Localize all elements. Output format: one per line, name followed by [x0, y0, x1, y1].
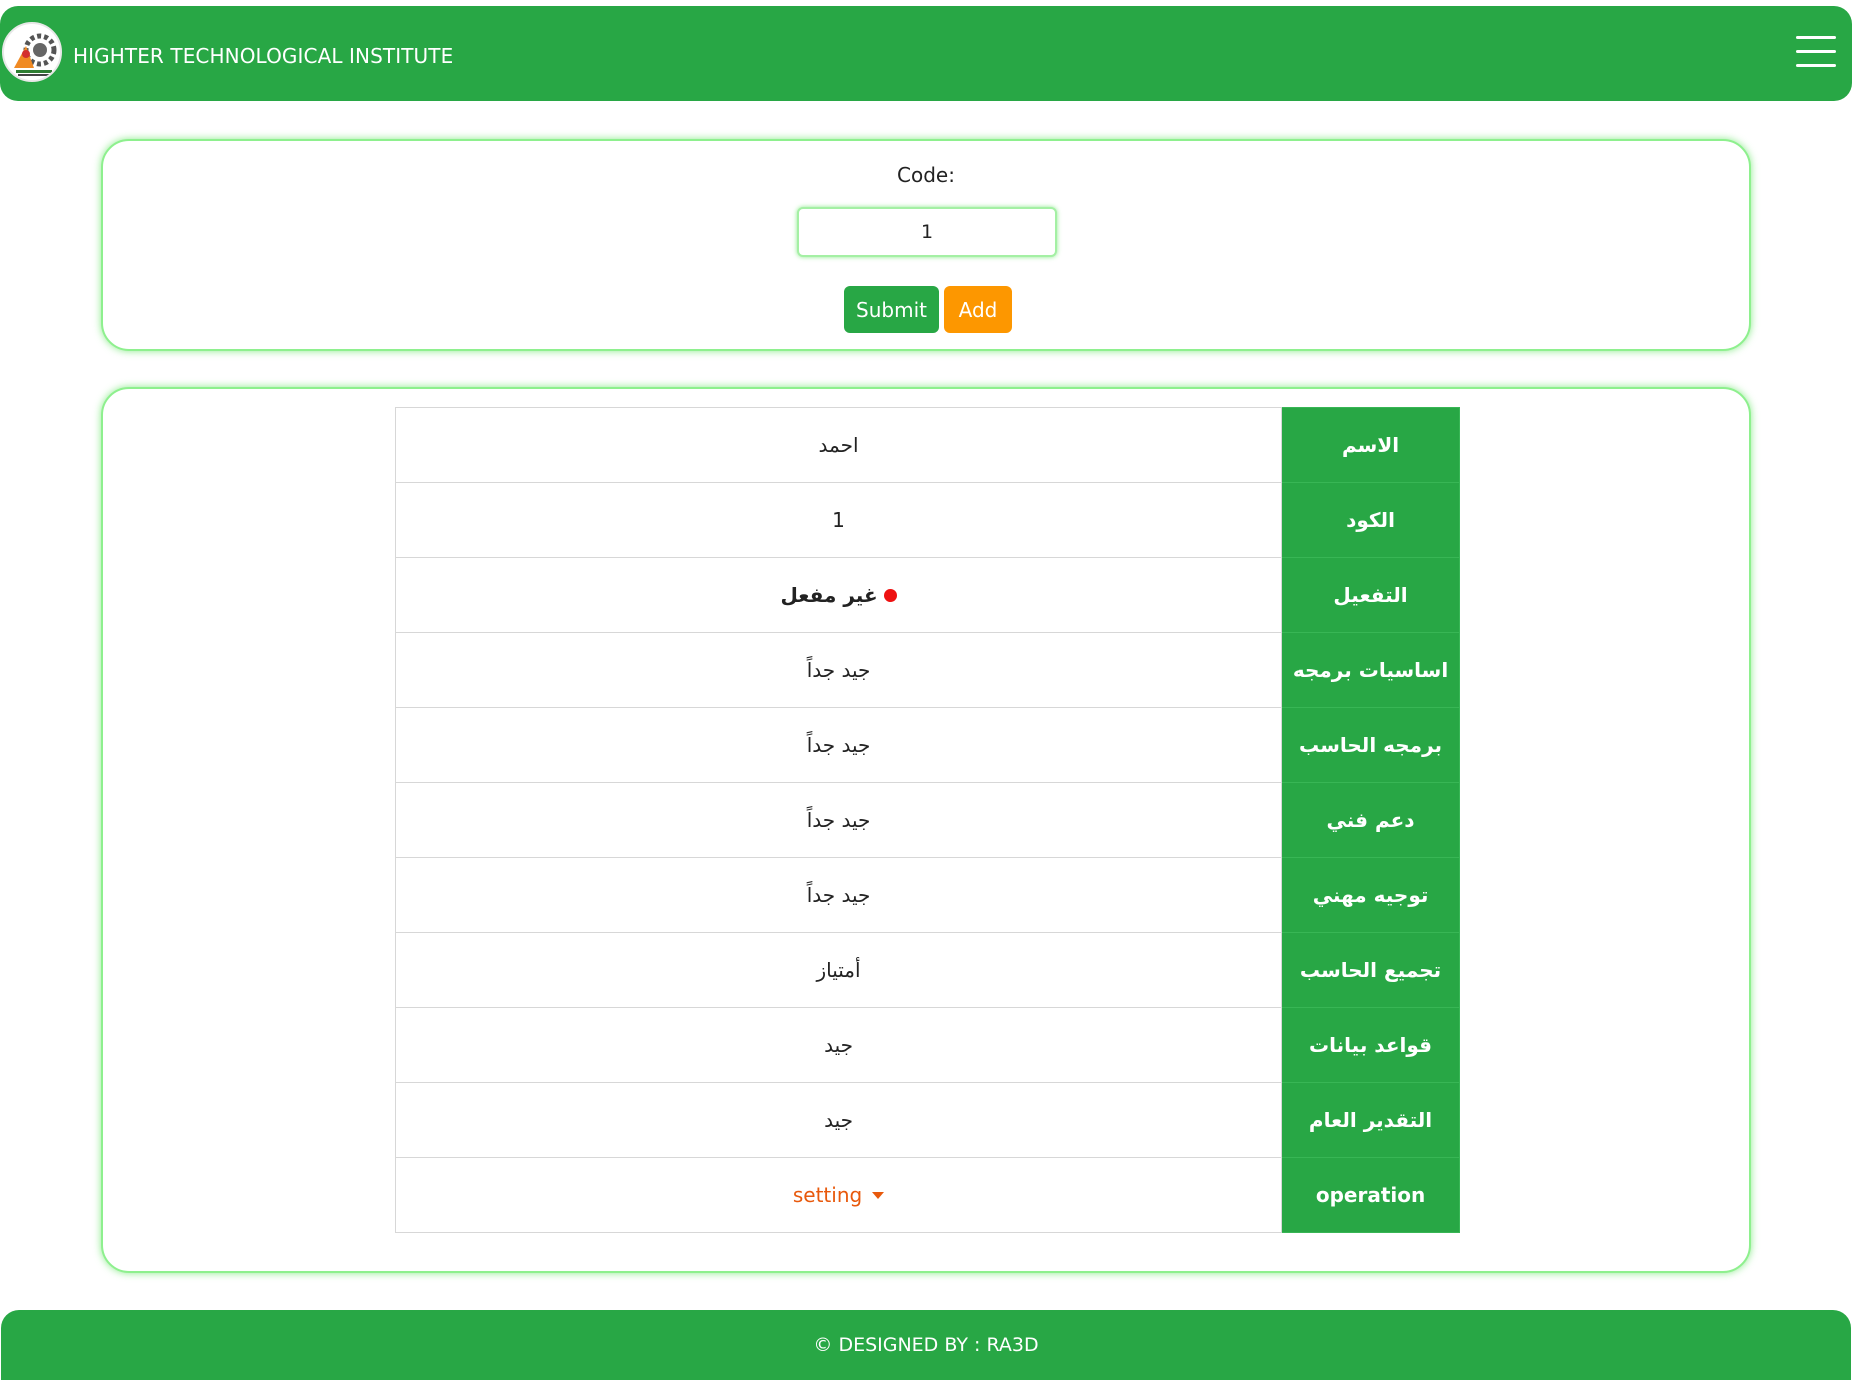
student-info-table: احمد الاسم 1 الكود غير مفعل التفعيل جيد … [394, 407, 1460, 1233]
activation-header: التفعيل [1281, 557, 1460, 633]
computer-programming-header: برمجه الحاسب [1281, 707, 1460, 783]
computer-assembly-value: أمتياز [394, 932, 1283, 1008]
table-row: أمتياز تجميع الحاسب [394, 932, 1460, 1008]
operation-header: operation [1281, 1157, 1460, 1233]
table-row: جيد التقدير العام [394, 1082, 1460, 1158]
technical-support-header: دعم فني [1281, 782, 1460, 858]
activation-status-text: غير مفعل [780, 583, 878, 608]
databases-value: جيد [394, 1007, 1283, 1083]
technical-support-value: جيد جداً [394, 782, 1283, 858]
table-row: جيد قواعد بيانات [394, 1007, 1460, 1083]
search-card: Code: Submit Add [101, 139, 1751, 351]
table-row: جيد جداً دعم فني [394, 782, 1460, 858]
setting-dropdown-label[interactable]: setting [793, 1183, 862, 1207]
result-card: احمد الاسم 1 الكود غير مفعل التفعيل جيد … [101, 387, 1751, 1273]
databases-header: قواعد بيانات [1281, 1007, 1460, 1083]
code-label: Code: [897, 163, 955, 187]
table-row: غير مفعل التفعيل [394, 557, 1460, 633]
overall-grade-header: التقدير العام [1281, 1082, 1460, 1158]
caret-down-icon[interactable] [872, 1191, 885, 1199]
submit-button[interactable]: Submit [844, 286, 939, 333]
career-guidance-value: جيد جداً [394, 857, 1283, 933]
table-row: جيد جداً اساسيات برمجه [394, 632, 1460, 708]
activation-value: غير مفعل [394, 557, 1283, 633]
code-header: الكود [1281, 482, 1460, 558]
footer: © DESIGNED BY : RA3D [1, 1310, 1851, 1380]
programming-basics-header: اساسيات برمجه [1281, 632, 1460, 708]
operation-value: setting [394, 1157, 1283, 1233]
table-row: 1 الكود [394, 482, 1460, 558]
table-row: setting operation [394, 1157, 1460, 1233]
name-header: الاسم [1281, 407, 1460, 483]
code-input[interactable] [797, 207, 1057, 257]
table-row: جيد جداً توجيه مهني [394, 857, 1460, 933]
hamburger-menu-icon[interactable] [1796, 36, 1836, 76]
code-value: 1 [394, 482, 1283, 558]
status-dot-icon [883, 588, 897, 602]
overall-grade-value: جيد [394, 1082, 1283, 1158]
add-button[interactable]: Add [944, 286, 1012, 333]
table-row: جيد جداً برمجه الحاسب [394, 707, 1460, 783]
name-value: احمد [394, 407, 1283, 483]
table-row: احمد الاسم [394, 407, 1460, 483]
brand-title[interactable]: HIGHTER TECHNOLOGICAL INSTITUTE [73, 44, 453, 68]
career-guidance-header: توجيه مهني [1281, 857, 1460, 933]
activation-status: غير مفعل [780, 583, 897, 608]
footer-credit: © DESIGNED BY : RA3D [813, 1334, 1039, 1356]
institute-logo-icon[interactable] [2, 22, 62, 82]
setting-dropdown[interactable]: setting [793, 1183, 885, 1207]
computer-assembly-header: تجميع الحاسب [1281, 932, 1460, 1008]
programming-basics-value: جيد جداً [394, 632, 1283, 708]
navbar: HIGHTER TECHNOLOGICAL INSTITUTE [0, 6, 1852, 101]
computer-programming-value: جيد جداً [394, 707, 1283, 783]
